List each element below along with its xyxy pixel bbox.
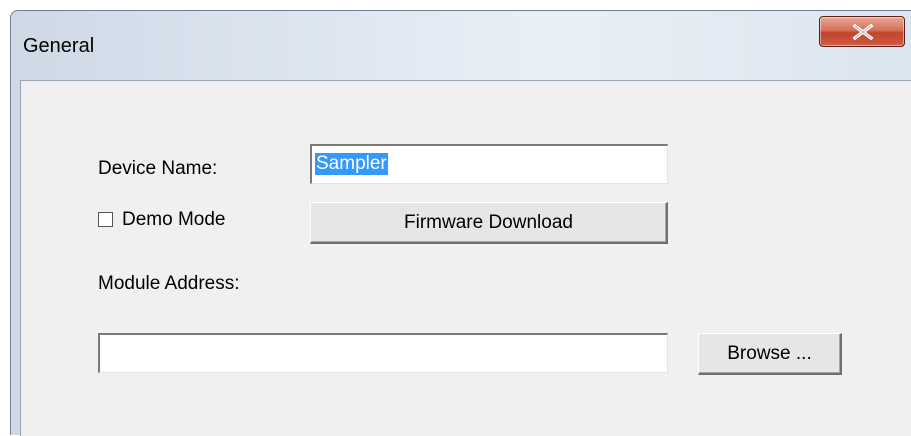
demo-mode-checkbox[interactable] xyxy=(98,212,113,227)
device-name-label: Device Name: xyxy=(98,158,218,179)
window-title: General xyxy=(23,35,95,57)
device-name-value: Sampler xyxy=(315,153,388,175)
module-address-field[interactable] xyxy=(98,333,668,373)
demo-mode-label[interactable]: Demo Mode xyxy=(122,209,226,231)
firmware-download-button[interactable]: Firmware Download xyxy=(310,202,668,244)
close-button[interactable] xyxy=(819,16,905,47)
device-name-field[interactable]: Sampler xyxy=(310,144,668,184)
module-address-label: Module Address: xyxy=(98,273,240,294)
dialog-window: General Device Name: Sampler Demo Mode F… xyxy=(10,10,911,436)
browse-button-label: Browse ... xyxy=(727,342,812,364)
firmware-download-label: Firmware Download xyxy=(404,211,573,233)
browse-button[interactable]: Browse ... xyxy=(698,333,842,375)
dialog-client-area: Device Name: Sampler Demo Mode Firmware … xyxy=(20,80,911,436)
close-icon xyxy=(852,24,874,40)
